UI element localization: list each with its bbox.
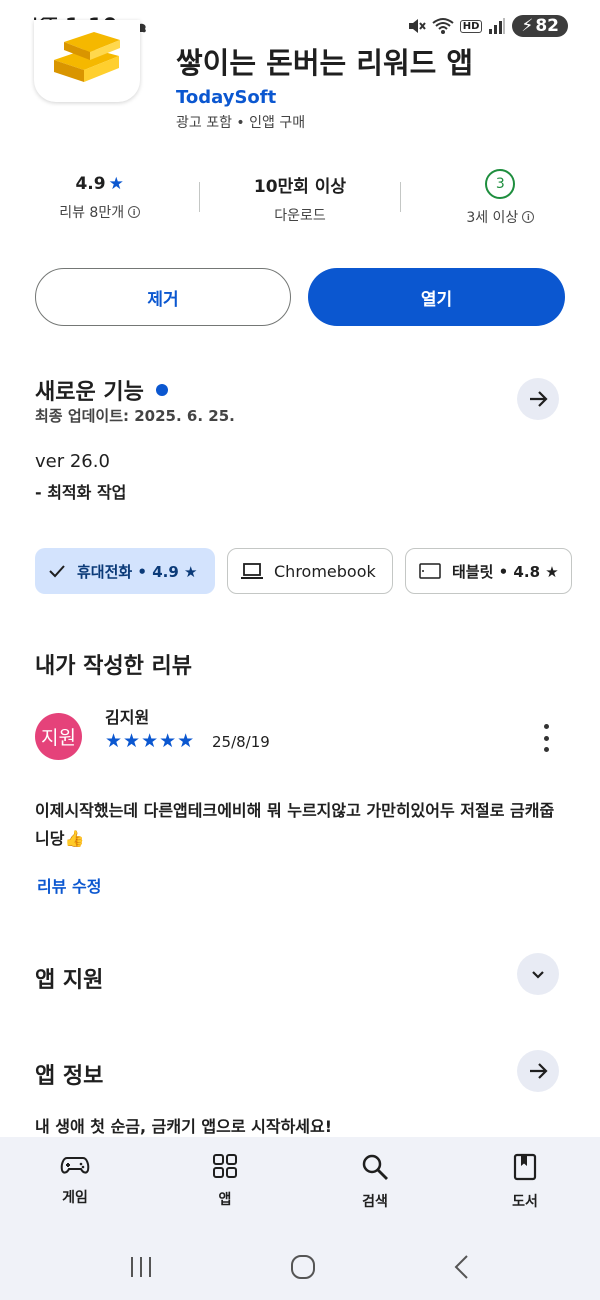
nav-item-books[interactable]: 도서 (450, 1153, 600, 1233)
version-text: ver 26.0 (35, 451, 110, 472)
info-icon: i (522, 211, 535, 223)
app-title: 쌓이는 돈버는 리워드 앱 (176, 46, 474, 80)
app-meta: 광고 포함 • 인앱 구매 (176, 115, 306, 131)
review-star-rating: ★★★★★ (105, 730, 196, 752)
device-chip-chromebook-label: Chromebook (274, 561, 376, 581)
hd-badge: HD (459, 19, 483, 33)
apps-grid-icon (213, 1154, 237, 1178)
whats-new-title: 새로운 기능 (35, 380, 144, 405)
last-updated: 최종 업데이트: 2025. 6. 25. (35, 407, 235, 425)
age-rating-stat[interactable]: 3 3세 이상 i (401, 168, 600, 228)
age-rating-badge: 3 (485, 169, 516, 199)
gold-bars-icon (54, 32, 120, 82)
charging-icon: ⚡ (521, 16, 534, 36)
device-chip-tablet[interactable]: 태블릿 • 4.8 ★ (405, 548, 572, 594)
book-icon (513, 1153, 537, 1181)
whats-new-arrow-button[interactable] (517, 378, 559, 420)
gamepad-icon (60, 1157, 90, 1174)
chevron-down-icon (532, 971, 544, 979)
nav-label-games: 게임 (62, 1190, 88, 1206)
recent-apps-icon[interactable] (128, 1255, 154, 1279)
downloads-stat: 10만회 이상 다운로드 (200, 168, 399, 228)
device-chip-tablet-label: 태블릿 • 4.8 ★ (452, 562, 559, 581)
signal-icon (489, 18, 506, 34)
nav-label-books: 도서 (512, 1194, 538, 1210)
system-navigation-bar (0, 1247, 600, 1287)
developer-link[interactable]: TodaySoft (176, 87, 276, 108)
device-chip-chromebook[interactable]: Chromebook (227, 548, 393, 594)
whats-new-header: 새로운 기능 (35, 374, 168, 406)
reviews-count: 리뷰 8만개 (59, 205, 125, 221)
app-info-arrow-button[interactable] (517, 1050, 559, 1092)
rating-value-row: 4.9 ★ (75, 174, 123, 194)
tablet-icon (419, 563, 441, 579)
arrow-right-icon (530, 1063, 548, 1079)
battery-indicator: ⚡ 82 (512, 15, 568, 37)
review-text: 이제시작했는데 다른앱테크에비해 뭐 누르지않고 가만히있어두 저절로 금캐줍니… (35, 801, 555, 848)
stats-row: 4.9 ★ 리뷰 8만개 i 10만회 이상 다운로드 3 3세 이상 i (0, 168, 600, 228)
wifi-icon (432, 18, 454, 34)
app-support-title: 앱 지원 (35, 968, 104, 993)
nav-items: 게임 앱 검색 도서 (0, 1137, 600, 1233)
battery-level: 82 (535, 16, 559, 36)
nav-item-apps[interactable]: 앱 (150, 1153, 300, 1233)
downloads-value: 10만회 이상 (253, 176, 347, 197)
avatar: 지원 (35, 713, 82, 760)
rating-value: 4.9 (75, 174, 106, 194)
device-chip-phone-label: 휴대전화 • 4.9 ★ (77, 562, 198, 581)
arrow-right-icon (530, 391, 548, 407)
info-icon: i (128, 206, 141, 218)
mute-icon (408, 19, 426, 33)
nav-item-search[interactable]: 검색 (300, 1153, 450, 1233)
changelog-text: - 최적화 작업 (35, 483, 127, 502)
nav-item-games[interactable]: 게임 (0, 1153, 150, 1233)
review-date: 25/8/19 (212, 733, 270, 751)
downloads-label: 다운로드 (274, 207, 326, 224)
new-indicator-dot (155, 384, 168, 396)
edit-review-link[interactable]: 리뷰 수정 (37, 873, 101, 897)
app-icon (34, 20, 140, 102)
status-right: HD ⚡ 82 (406, 15, 568, 37)
more-options-icon[interactable] (536, 724, 556, 752)
nav-label-apps: 앱 (218, 1192, 232, 1208)
search-icon (362, 1154, 388, 1180)
nav-label-search: 검색 (362, 1194, 388, 1210)
device-chip-phone[interactable]: 휴대전화 • 4.9 ★ (35, 548, 215, 594)
check-icon (49, 565, 65, 578)
star-icon: ★ (108, 174, 124, 194)
back-icon[interactable] (452, 1254, 472, 1280)
uninstall-button[interactable]: 제거 (35, 268, 291, 326)
age-label: 3세 이상 (466, 210, 519, 226)
open-button[interactable]: 열기 (308, 268, 565, 326)
app-support-expand-button[interactable] (517, 953, 559, 995)
reviewer-name: 김지원 (105, 708, 150, 727)
age-label-row: 3세 이상 i (466, 207, 535, 227)
app-description: 내 생애 첫 순금, 금캐기 앱으로 시작하세요! (35, 1117, 333, 1136)
laptop-icon (241, 563, 263, 579)
reviews-count-row: 리뷰 8만개 i (59, 202, 141, 222)
rating-stat[interactable]: 4.9 ★ 리뷰 8만개 i (0, 168, 199, 228)
home-icon[interactable] (290, 1254, 316, 1280)
bottom-navigation: 게임 앱 검색 도서 (0, 1137, 600, 1300)
app-info-title: 앱 정보 (35, 1064, 104, 1089)
my-review-title: 내가 작성한 리뷰 (35, 654, 192, 679)
